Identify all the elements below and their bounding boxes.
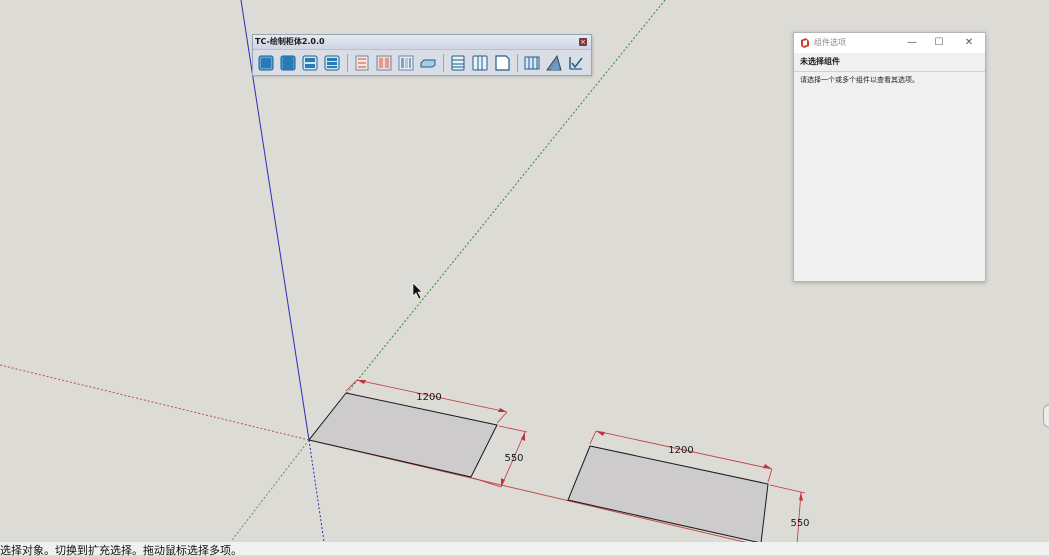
dimension-right-depth-label: 550 — [790, 518, 809, 529]
toolbar-separator — [347, 54, 348, 72]
stack-boards-icon[interactable] — [449, 54, 467, 72]
maximize-icon[interactable]: ☐ — [929, 35, 949, 51]
dimension-left-depth-label: 550 — [504, 453, 523, 464]
grid-panel-icon[interactable] — [523, 54, 541, 72]
blue-axis-dotted — [308, 439, 327, 555]
toolbar-separator — [443, 54, 444, 72]
dialog-message: 请选择一个或多个组件以查看其选项。 — [800, 76, 919, 84]
red-axis-dotted — [0, 364, 310, 441]
mouse-cursor-icon — [412, 282, 423, 300]
dimension-left-width-label: 1200 — [416, 392, 441, 403]
status-bar: 选择对象。切换到扩充选择。拖动鼠标选择多项。 — [0, 542, 1049, 557]
toolbar-titlebar[interactable]: TC-绘制柜体2.0.0 × — [253, 35, 591, 50]
section-title: 未选择组件 — [800, 57, 840, 66]
cabinet-drawer-icon[interactable] — [323, 54, 341, 72]
panel-door-icon[interactable] — [375, 54, 393, 72]
toolbar-title: TC-绘制柜体2.0.0 — [255, 37, 325, 46]
edge-scroll-handle[interactable] — [1043, 404, 1049, 428]
wedge-icon[interactable] — [545, 54, 563, 72]
panel-left-icon[interactable] — [353, 54, 371, 72]
green-axis-dotted-lower — [231, 439, 310, 541]
right-board-face[interactable] — [567, 445, 769, 544]
panel-flat-icon[interactable] — [419, 54, 437, 72]
cabinet-front-icon[interactable] — [257, 54, 275, 72]
dimension-right-depth[interactable] — [769, 484, 806, 546]
cabinet-box-icon[interactable] — [279, 54, 297, 72]
status-text: 选择对象。切换到扩充选择。拖动鼠标选择多项。 — [0, 544, 242, 557]
cabinet-toolbar[interactable]: TC-绘制柜体2.0.0 × — [252, 34, 592, 76]
dialog-section-header: 未选择组件 — [794, 53, 985, 72]
sketchup-logo-icon — [801, 38, 809, 48]
minimize-icon[interactable]: — — [902, 35, 922, 51]
toolbar-separator — [517, 54, 518, 72]
component-options-dialog[interactable]: 组件选项 — ☐ ✕ 未选择组件 请选择一个或多个组件以查看其选项。 — [793, 32, 986, 282]
panel-side-icon[interactable] — [397, 54, 415, 72]
cabinet-corner-icon[interactable] — [493, 54, 511, 72]
cabinet-shelf-icon[interactable] — [301, 54, 319, 72]
toolbar-close-button[interactable]: × — [579, 38, 587, 46]
toolbar-icons — [255, 52, 589, 74]
check-tool-icon[interactable] — [567, 54, 585, 72]
double-door-icon[interactable] — [471, 54, 489, 72]
left-board-face[interactable] — [308, 392, 498, 478]
dialog-titlebar[interactable]: 组件选项 — ☐ ✕ — [794, 33, 985, 53]
close-icon[interactable]: ✕ — [959, 35, 979, 51]
dimension-right-width-label: 1200 — [668, 445, 693, 456]
dialog-title: 组件选项 — [814, 38, 846, 47]
